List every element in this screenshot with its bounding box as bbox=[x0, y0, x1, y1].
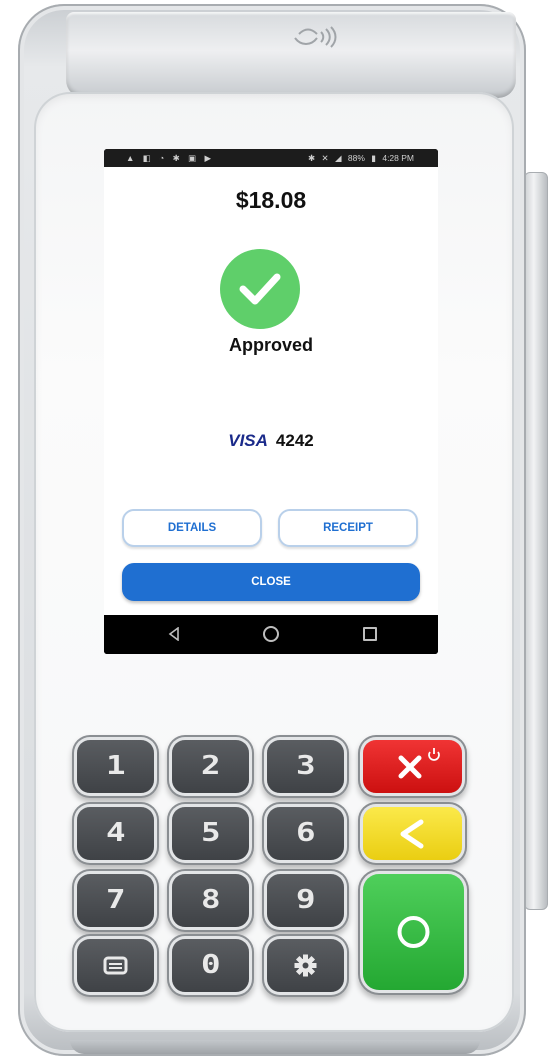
card-last4: 4242 bbox=[275, 431, 314, 450]
transaction-amount: $18.08 bbox=[235, 187, 307, 213]
device-base bbox=[70, 1040, 480, 1054]
clear-key[interactable] bbox=[363, 807, 462, 860]
key-7[interactable]: 7 bbox=[77, 874, 154, 927]
enter-key[interactable] bbox=[363, 874, 464, 990]
key-1[interactable]: 1 bbox=[77, 740, 154, 793]
contactless-icon bbox=[294, 26, 337, 48]
contactless-reader bbox=[66, 12, 516, 98]
system-status: ✱ ✕ ◢ 88% ▮ 4:28 PM bbox=[304, 149, 414, 167]
menu-key[interactable] bbox=[77, 939, 154, 992]
key-8[interactable]: 8 bbox=[172, 874, 249, 927]
card-brand-logo: VISA bbox=[228, 431, 268, 450]
device-side-rail bbox=[524, 172, 548, 910]
terminal-screen: ▲ ◧ ◔ ✱ ▣ ▶ ✱ ✕ ◢ 88% ▮ 4:28 PM $18.08 A… bbox=[104, 149, 438, 654]
receipt-button[interactable]: RECEIPT bbox=[278, 509, 418, 547]
back-arrow-icon bbox=[400, 819, 424, 849]
gear-icon bbox=[294, 954, 317, 977]
menu-icon bbox=[103, 956, 128, 975]
nav-back-icon[interactable] bbox=[168, 627, 180, 641]
details-button[interactable]: DETAILS bbox=[122, 509, 262, 547]
key-0[interactable]: 0 bbox=[172, 939, 249, 992]
cancel-key[interactable] bbox=[363, 740, 462, 793]
key-3[interactable]: 3 bbox=[267, 740, 344, 793]
battery-percent: 88% bbox=[347, 153, 365, 163]
key-5[interactable]: 5 bbox=[172, 807, 249, 860]
android-nav-bar bbox=[104, 615, 438, 654]
key-9[interactable]: 9 bbox=[267, 874, 344, 927]
nav-home-icon[interactable] bbox=[263, 626, 279, 642]
transaction-result-view: $18.08 Approved VISA 4242 DETAILS RECEIPT… bbox=[104, 167, 438, 615]
nav-recents-icon[interactable] bbox=[363, 627, 377, 641]
close-button[interactable]: CLOSE bbox=[122, 563, 420, 601]
card-info: VISA 4242 bbox=[104, 431, 438, 451]
bluetooth-icon: ✱ bbox=[307, 153, 316, 163]
android-status-bar: ▲ ◧ ◔ ✱ ▣ ▶ ✱ ✕ ◢ 88% ▮ 4:28 PM bbox=[104, 149, 438, 167]
mute-icon: ✕ bbox=[321, 153, 329, 163]
circle-icon bbox=[397, 916, 430, 948]
battery-icon: ▮ bbox=[371, 153, 376, 163]
settings-key[interactable] bbox=[267, 939, 344, 992]
key-4[interactable]: 4 bbox=[77, 807, 154, 860]
transaction-status: Approved bbox=[228, 335, 313, 355]
key-6[interactable]: 6 bbox=[267, 807, 344, 860]
signal-icon: ◢ bbox=[334, 153, 342, 163]
x-power-icon bbox=[398, 748, 440, 779]
clock: 4:28 PM bbox=[382, 153, 414, 163]
approved-check-icon bbox=[220, 249, 300, 329]
key-2[interactable]: 2 bbox=[172, 740, 249, 793]
notification-icons: ▲ ◧ ◔ ✱ ▣ ▶ bbox=[126, 153, 215, 163]
